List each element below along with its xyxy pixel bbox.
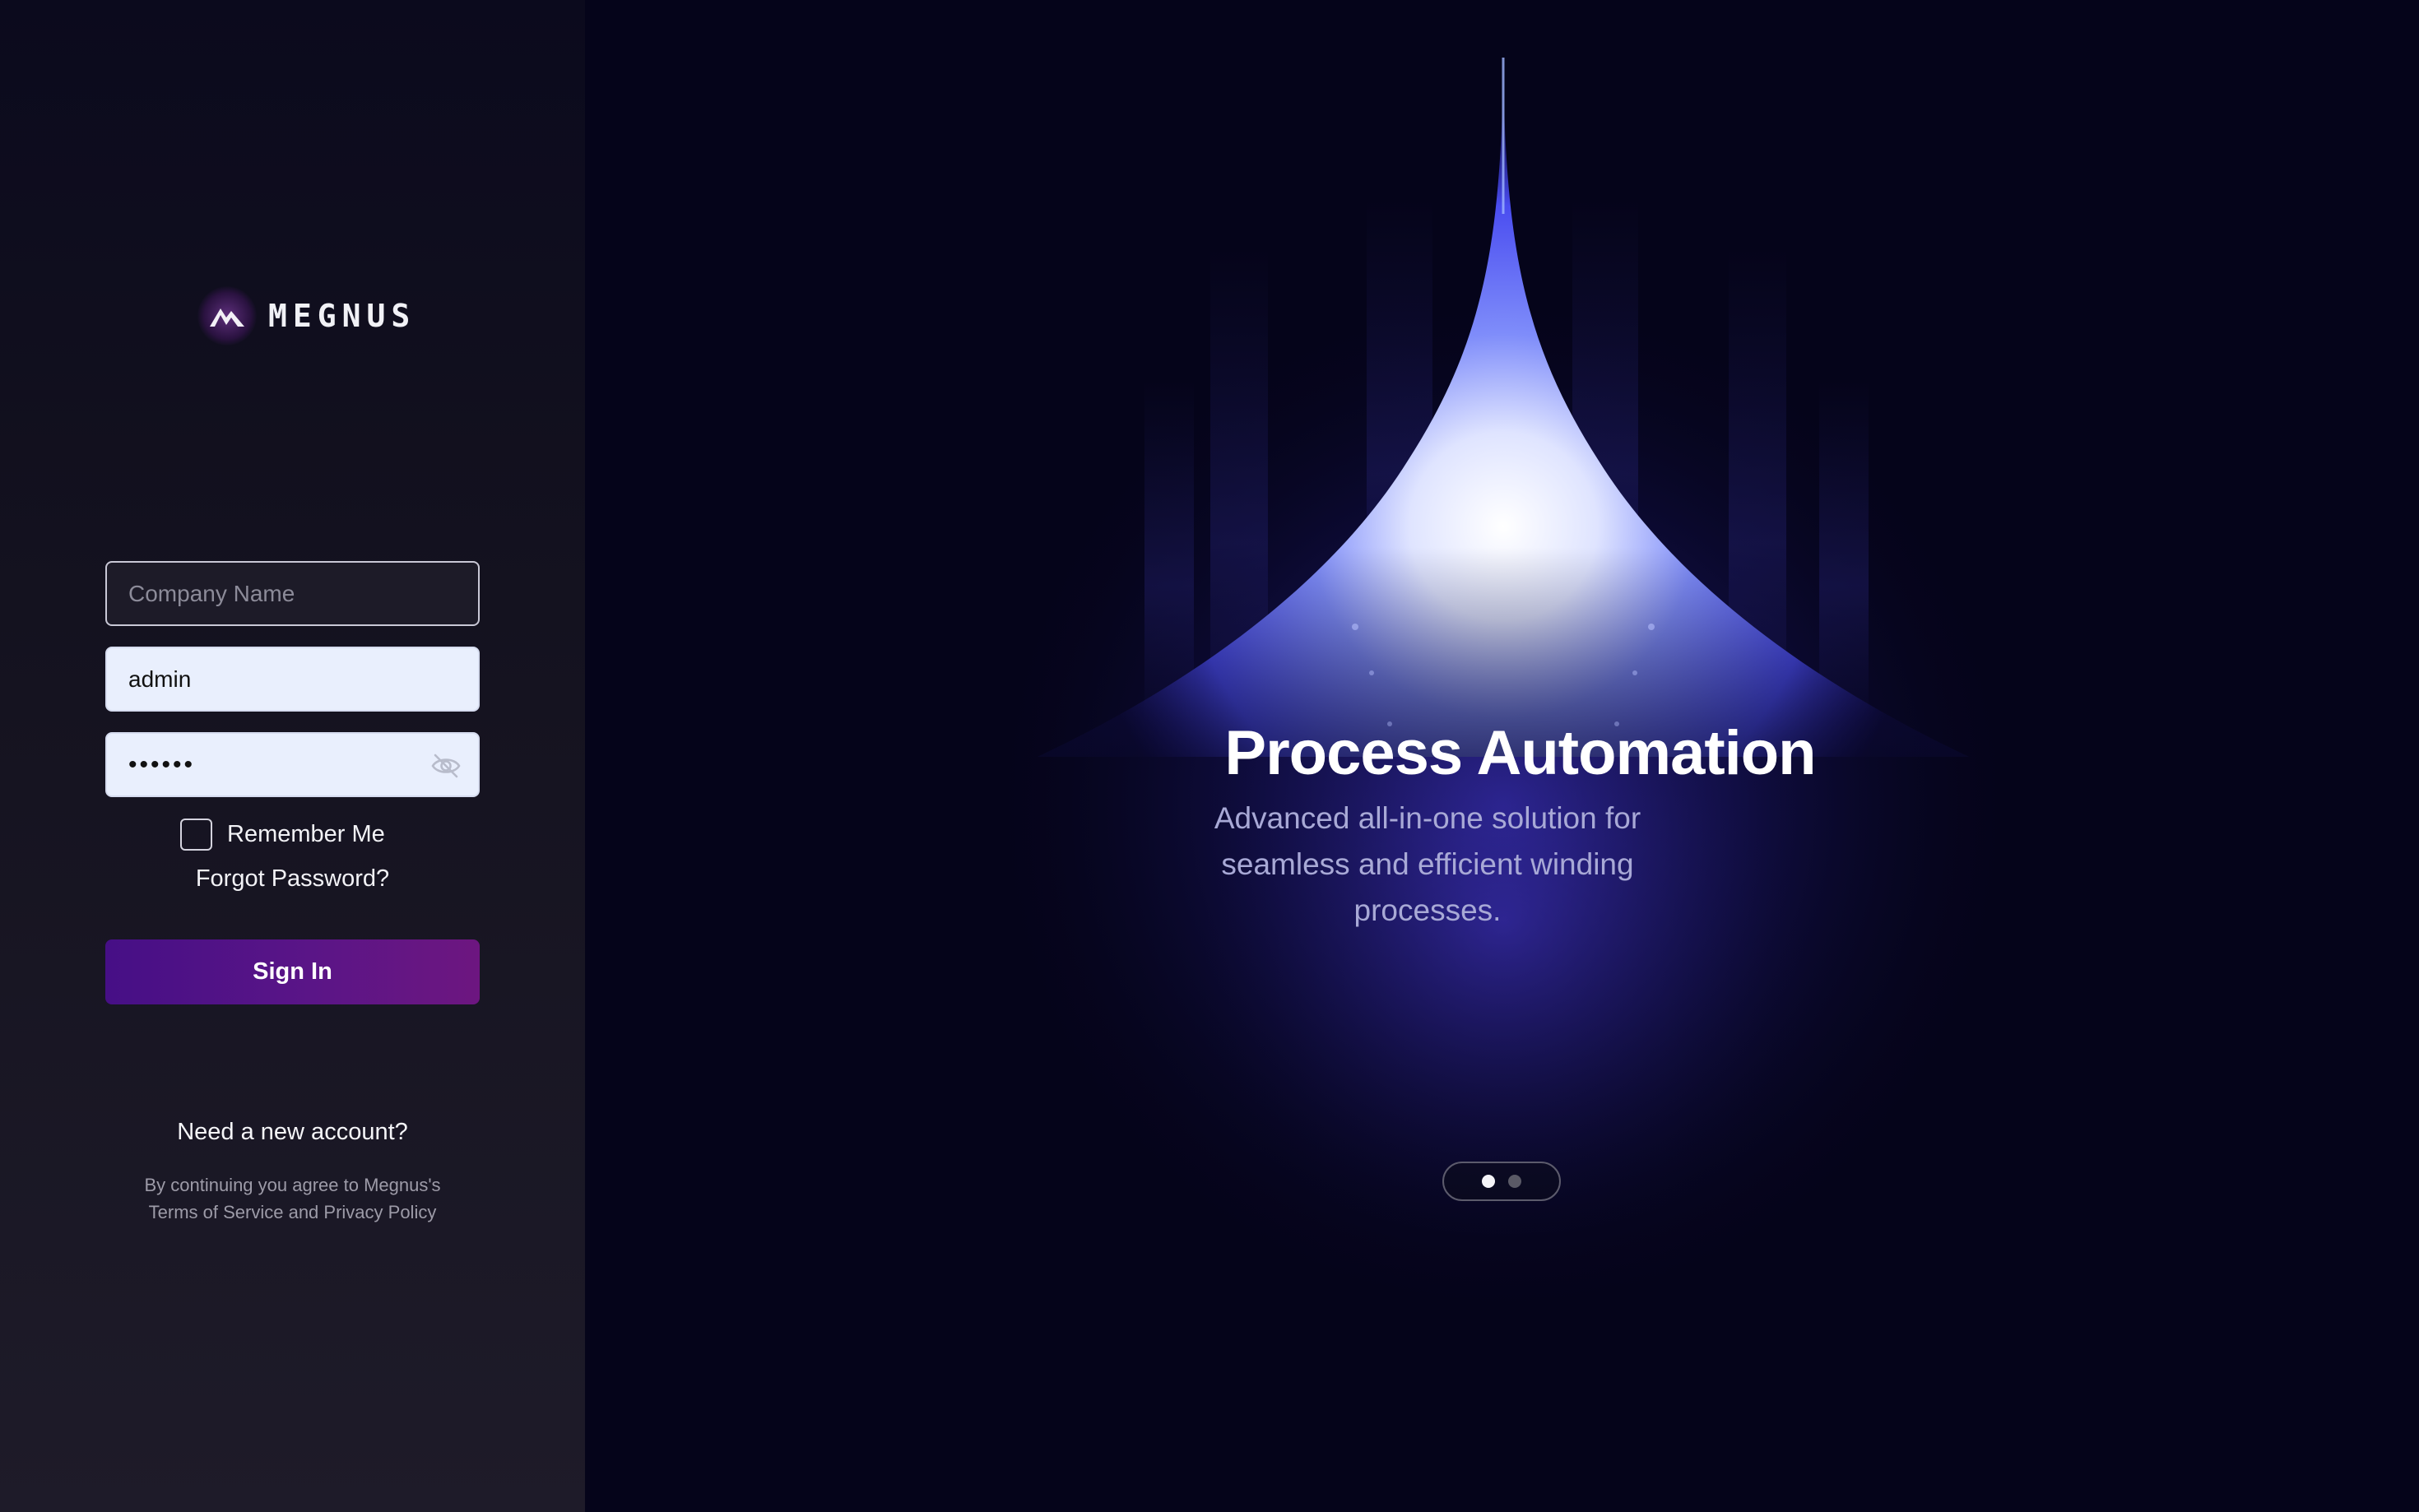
company-name-input[interactable] (128, 563, 457, 624)
login-panel: MEGNUS Remember Me Forgot Password? Sign… (0, 0, 585, 1512)
carousel-dot-1[interactable] (1482, 1175, 1495, 1188)
username-input[interactable] (128, 648, 457, 710)
remember-me-toggle[interactable]: Remember Me (180, 818, 385, 851)
password-field[interactable] (105, 732, 480, 797)
hero-panel: Process Automation Advanced all-in-one s… (585, 0, 2419, 1512)
hero-subtitle: Advanced all-in-one solution for seamles… (1214, 801, 1641, 927)
eye-off-icon[interactable] (430, 752, 462, 780)
carousel-pagination (1442, 1162, 1561, 1201)
brand-logo: MEGNUS (197, 286, 416, 346)
terms-line-1: By continuing you agree to Megnus's (144, 1175, 441, 1195)
remember-me-label: Remember Me (227, 820, 385, 847)
login-screen: MEGNUS Remember Me Forgot Password? Sign… (0, 0, 2419, 1512)
sign-in-button[interactable]: Sign In (105, 939, 480, 1004)
remember-me-checkbox[interactable] (180, 818, 212, 851)
new-account-link[interactable]: Need a new account? (0, 1119, 585, 1146)
username-field[interactable] (105, 647, 480, 712)
brand-name: MEGNUS (268, 298, 416, 334)
terms-notice: By continuing you agree to Megnus's Term… (0, 1171, 585, 1226)
hero-title: Process Automation (1224, 718, 1816, 788)
mountain-logo-icon (197, 286, 257, 346)
terms-line-2[interactable]: Terms of Service and Privacy Policy (0, 1199, 585, 1226)
company-name-field[interactable] (105, 561, 480, 626)
forgot-password-link[interactable]: Forgot Password? (0, 865, 585, 893)
carousel-dot-2[interactable] (1508, 1175, 1521, 1188)
password-input[interactable] (128, 734, 457, 795)
